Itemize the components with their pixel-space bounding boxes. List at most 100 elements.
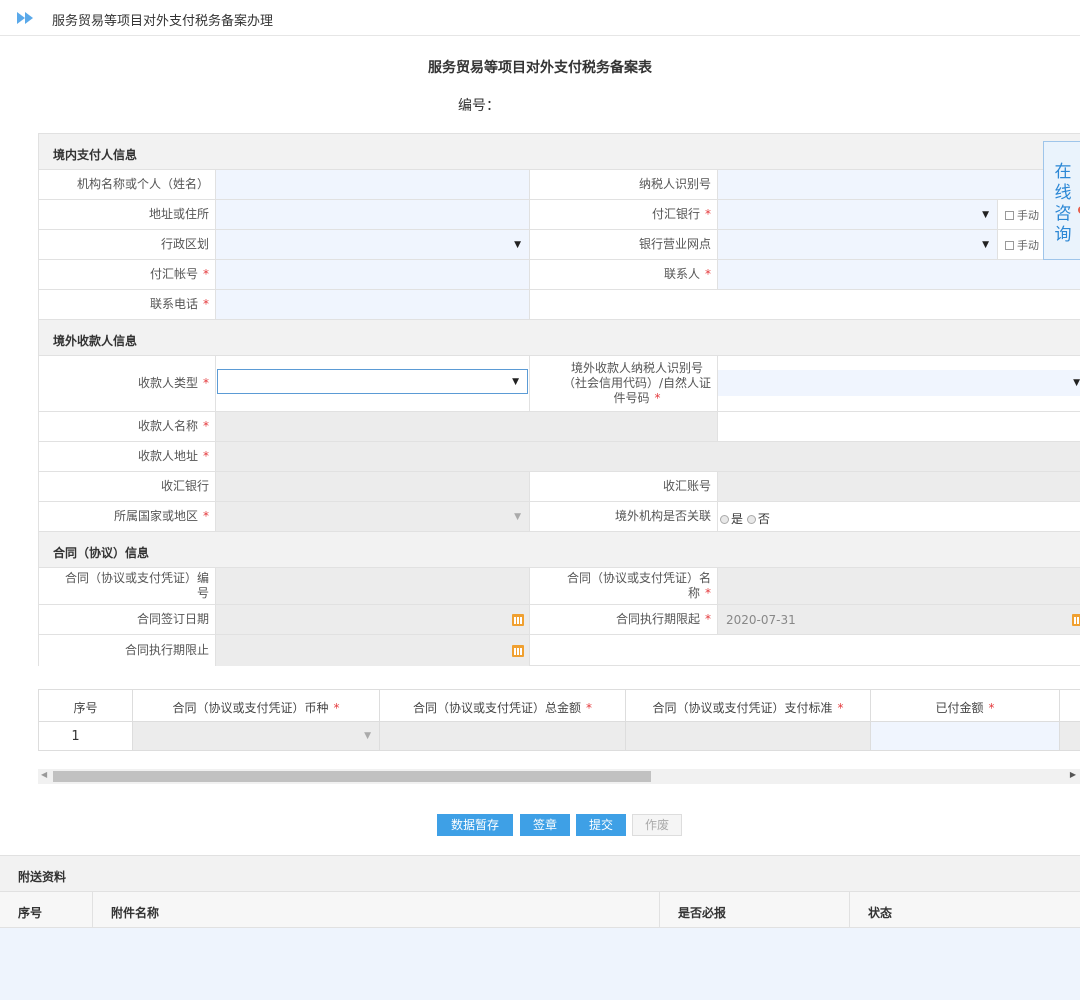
payment-standard-input[interactable] (626, 722, 871, 751)
row-phone: 联系电话 * (39, 290, 1080, 320)
region-select[interactable]: ▼ (216, 230, 530, 259)
row-address: 地址或住所 付汇银行 * ▼ 手动 (39, 200, 1080, 230)
receive-bank-input[interactable] (216, 472, 530, 501)
label-payee-address: 收款人地址 * (39, 442, 216, 471)
contract-name-input[interactable] (718, 568, 1080, 604)
table-cell[interactable] (1060, 722, 1080, 751)
label-org-name: 机构名称或个人（姓名） (39, 170, 216, 199)
row-sign-date: 合同签订日期 合同执行期限起 * 2020-07-31 (39, 605, 1080, 635)
payee-taxid-select[interactable]: ▼ (718, 370, 1080, 396)
label-receive-account: 收汇账号 (530, 472, 718, 501)
related-radio-group: 是 否 (718, 502, 1080, 531)
submit-button[interactable]: 提交 (576, 814, 626, 836)
label-address: 地址或住所 (39, 200, 216, 229)
address-input[interactable] (216, 200, 530, 229)
table-header (1060, 690, 1080, 722)
row-end-date: 合同执行期限止 (39, 635, 1080, 666)
sign-date-input[interactable] (216, 605, 530, 634)
online-consult-button[interactable]: 在线咨询 (1043, 141, 1080, 260)
row-payee-address: 收款人地址 * (39, 442, 1080, 472)
breadcrumb: 服务贸易等项目对外支付税务备案办理 (52, 14, 274, 29)
caret-down-icon: ▼ (364, 731, 371, 741)
country-select[interactable]: ▼ (216, 502, 530, 531)
top-bar: 服务贸易等项目对外支付税务备案办理 (0, 0, 1080, 36)
calendar-icon[interactable] (512, 644, 524, 657)
manual-checkbox-branch[interactable]: 手动 (1005, 237, 1039, 253)
label-country: 所属国家或地区 * (39, 502, 216, 531)
filing-form: 境内支付人信息 机构名称或个人（姓名） 纳税人识别号 地址或住所 付汇银行 * ▼… (38, 133, 1080, 666)
caret-down-icon: ▼ (514, 511, 521, 522)
row-country: 所属国家或地区 * ▼ 境外机构是否关联 是 否 (39, 502, 1080, 532)
start-date-input[interactable]: 2020-07-31 (718, 605, 1080, 634)
calendar-icon[interactable] (1072, 613, 1080, 626)
caret-down-icon: ▼ (512, 376, 519, 387)
scrollbar-thumb[interactable] (53, 771, 651, 782)
caret-down-icon: ▼ (1073, 378, 1080, 388)
bank-branch-select[interactable]: ▼ (718, 230, 998, 259)
contact-input[interactable] (718, 260, 1080, 289)
sign-button[interactable]: 签章 (520, 814, 570, 836)
label-payee-name: 收款人名称 * (39, 412, 216, 441)
scroll-right-icon[interactable]: ▶ (1070, 770, 1076, 779)
currency-select[interactable]: ▼ (133, 722, 380, 751)
phone-input[interactable] (216, 290, 530, 319)
label-bank-branch: 银行营业网点 (530, 230, 718, 259)
label-phone: 联系电话 * (39, 290, 216, 319)
row-contract-no: 合同（协议或支付凭证）编号 合同（协议或支付凭证）名称 * (39, 568, 1080, 605)
org-name-input[interactable] (216, 170, 530, 199)
label-start-date: 合同执行期限起 * (530, 605, 718, 634)
save-draft-button[interactable]: 数据暂存 (437, 814, 513, 836)
table-header: 附件名称 (93, 892, 660, 928)
contract-no-input[interactable] (216, 568, 530, 604)
label-contract-no: 合同（协议或支付凭证）编号 (39, 568, 216, 604)
payee-type-cell: ▼ (216, 356, 530, 411)
scroll-left-icon[interactable]: ◀ (41, 770, 47, 779)
attachments-header-row: 序号 附件名称 是否必报 状态 (0, 892, 1080, 928)
table-row-index: 1 (39, 722, 133, 751)
row-region: 行政区划 ▼ 银行营业网点 ▼ 手动 (39, 230, 1080, 260)
label-receive-bank: 收汇银行 (39, 472, 216, 501)
payment-table: 序号 合同（协议或支付凭证）币种 * 合同（协议或支付凭证）总金额 * 合同（协议或… (38, 689, 1080, 751)
payee-type-select[interactable]: ▼ (217, 369, 528, 394)
row-payee-type: 收款人类型 * ▼ 境外收款人纳税人识别号 （社会信用代码）/自然人证 件号码 * … (39, 356, 1080, 412)
table-header: 序号 (39, 690, 133, 722)
caret-down-icon: ▼ (982, 239, 989, 250)
row-account: 付汇帐号 * 联系人 * (39, 260, 1080, 290)
manual-checkbox-bank[interactable]: 手动 (1005, 207, 1039, 223)
account-input[interactable] (216, 260, 530, 289)
caret-down-icon: ▼ (982, 209, 989, 220)
row-receive-bank: 收汇银行 收汇账号 (39, 472, 1080, 502)
payee-address-input[interactable] (216, 442, 1080, 471)
start-date-value: 2020-07-31 (726, 613, 796, 627)
table-header: 状态 (868, 906, 893, 920)
table-header: 是否必报 (660, 892, 850, 928)
total-amount-input[interactable] (380, 722, 626, 751)
end-date-input[interactable] (216, 635, 530, 666)
void-button[interactable]: 作废 (632, 814, 682, 836)
label-end-date: 合同执行期限止 (39, 635, 216, 666)
label-remit-bank: 付汇银行 * (530, 200, 718, 229)
table-header: 合同（协议或支付凭证）币种 * (133, 690, 380, 722)
attachments-body (0, 928, 1080, 1000)
horizontal-scrollbar[interactable]: ◀ ▶ (38, 769, 1080, 784)
paid-amount-input[interactable] (871, 722, 1060, 751)
row-payee-name: 收款人名称 * (39, 412, 1080, 442)
related-yes-radio[interactable]: 是 (720, 512, 743, 526)
form-number-label: 编号： (458, 98, 500, 114)
table-header: 合同（协议或支付凭证）支付标准 * (626, 690, 871, 722)
row-org-name: 机构名称或个人（姓名） 纳税人识别号 (39, 170, 1080, 200)
label-contract-name: 合同（协议或支付凭证）名称 * (530, 568, 718, 604)
section-header-contract: 合同（协议）信息 (39, 532, 1080, 568)
caret-down-icon: ▼ (514, 239, 521, 250)
receive-account-input[interactable] (718, 472, 1080, 501)
calendar-icon[interactable] (512, 613, 524, 626)
double-chevron-right-icon (17, 12, 33, 24)
remit-bank-select[interactable]: ▼ (718, 200, 998, 229)
section-header-foreign-payee: 境外收款人信息 (39, 320, 1080, 356)
label-account: 付汇帐号 * (39, 260, 216, 289)
related-no-radio[interactable]: 否 (746, 512, 770, 526)
online-consult-label: 在线咨询 (1054, 162, 1072, 245)
payee-name-input[interactable] (216, 412, 718, 441)
form-title: 服务贸易等项目对外支付税务备案表 (428, 60, 652, 76)
taxpayer-id-input[interactable] (718, 170, 1080, 199)
